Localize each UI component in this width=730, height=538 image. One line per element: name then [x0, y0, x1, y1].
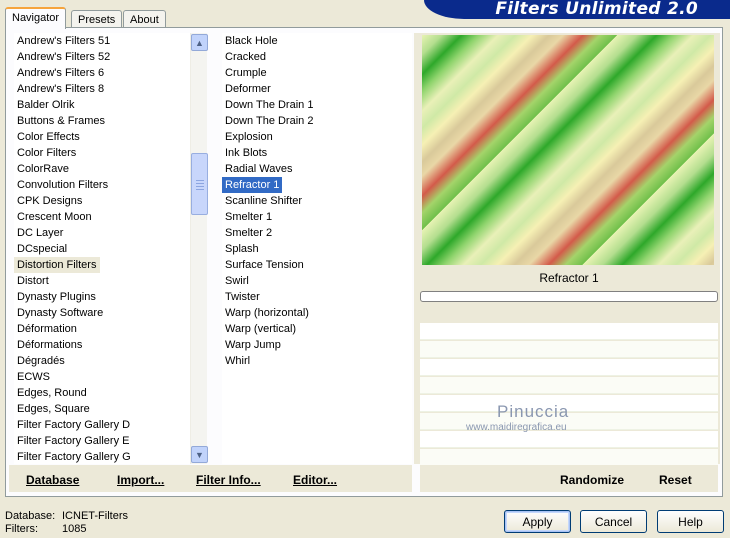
help-button[interactable]: Help [657, 510, 724, 533]
category-item[interactable]: Andrew's Filters 6 [14, 65, 104, 81]
title-banner: Filters Unlimited 2.0 [424, 0, 730, 19]
category-item[interactable]: Filter Factory Gallery D [14, 417, 130, 433]
filter-item[interactable]: Warp (horizontal) [222, 305, 309, 321]
filter-info-button[interactable]: Filter Info... [196, 473, 261, 487]
category-item[interactable]: Dynasty Plugins [14, 289, 96, 305]
category-item[interactable]: Déformation [14, 321, 77, 337]
filter-item[interactable]: Warp (vertical) [222, 321, 296, 337]
category-item[interactable]: Color Filters [14, 145, 76, 161]
reset-button[interactable]: Reset [659, 473, 692, 487]
category-item[interactable]: Edges, Square [14, 401, 90, 417]
param-row[interactable] [420, 431, 718, 448]
footer-database-label: Database: [5, 510, 56, 522]
filter-item[interactable]: Down The Drain 2 [222, 113, 313, 129]
filter-item[interactable]: Scanline Shifter [222, 193, 302, 209]
filter-item[interactable]: Warp Jump [222, 337, 281, 353]
param-row[interactable] [420, 323, 718, 340]
category-item[interactable]: Filter Factory Gallery G [14, 449, 131, 464]
cancel-button[interactable]: Cancel [580, 510, 647, 533]
filter-item[interactable]: Deformer [222, 81, 271, 97]
watermark-url: www.maidiregrafica.eu [466, 422, 567, 433]
category-item[interactable]: CPK Designs [14, 193, 82, 209]
progress-bar [420, 291, 718, 302]
category-item[interactable]: Andrew's Filters 52 [14, 49, 110, 65]
category-item[interactable]: Distort [14, 273, 49, 289]
category-list[interactable]: Andrew's Filters 51 Andrew's Filters 52 An… [14, 33, 190, 464]
randomize-button[interactable]: Randomize [560, 473, 624, 487]
watermark-name: Pinuccia [497, 402, 570, 421]
filter-item[interactable]: Refractor 1 [222, 177, 283, 193]
filter-item[interactable]: Swirl [222, 273, 249, 289]
scrollbar-thumb[interactable] [191, 153, 208, 215]
arrow-up-icon[interactable]: ▲ [191, 34, 208, 51]
filter-item[interactable]: Surface Tension [222, 257, 304, 273]
filter-item[interactable]: Black Hole [222, 33, 278, 49]
category-item[interactable]: Déformations [14, 337, 82, 353]
editor-button[interactable]: Editor... [293, 473, 337, 487]
param-row[interactable] [420, 377, 718, 394]
category-item[interactable]: Dégradés [14, 353, 65, 369]
tab-navigator[interactable]: Navigator [5, 7, 67, 29]
filter-item[interactable]: Radial Waves [222, 161, 292, 177]
category-item[interactable]: Andrew's Filters 51 [14, 33, 110, 49]
apply-button[interactable]: Apply [504, 510, 571, 533]
arrow-down-icon[interactable]: ▼ [191, 446, 208, 463]
filter-item[interactable]: Whirl [222, 353, 250, 369]
filter-item[interactable]: Splash [222, 241, 259, 257]
category-item[interactable]: Dynasty Software [14, 305, 103, 321]
param-row[interactable] [420, 341, 718, 358]
category-item[interactable]: Edges, Round [14, 385, 87, 401]
filter-item[interactable]: Smelter 1 [222, 209, 272, 225]
category-item[interactable]: Balder Olrik [14, 97, 74, 113]
footer-filters-label: Filters: [5, 523, 38, 535]
category-item[interactable]: Crescent Moon [14, 209, 92, 225]
app-title: Filters Unlimited 2.0 [495, 0, 698, 19]
category-item[interactable]: ColorRave [14, 161, 69, 177]
footer-database-value: ICNET-Filters [62, 510, 128, 522]
param-row[interactable] [420, 449, 718, 466]
filter-item[interactable]: Down The Drain 1 [222, 97, 313, 113]
category-item[interactable]: Color Effects [14, 129, 80, 145]
filter-item[interactable]: Cracked [222, 49, 266, 65]
category-item[interactable]: Andrew's Filters 8 [14, 81, 104, 97]
import-button[interactable]: Import... [117, 473, 164, 487]
param-row[interactable] [420, 359, 718, 376]
preview-image [422, 35, 714, 265]
category-item[interactable]: Buttons & Frames [14, 113, 105, 129]
category-item[interactable]: Filter Factory Gallery E [14, 433, 129, 449]
filter-item[interactable]: Explosion [222, 129, 273, 145]
filter-item[interactable]: Crumple [222, 65, 267, 81]
progress-area [420, 304, 718, 322]
filter-list[interactable]: Black Hole Cracked Crumple Deformer Down The… [222, 33, 412, 464]
footer-filters-value: 1085 [62, 523, 87, 535]
category-scrollbar[interactable]: ▲ ▼ [190, 33, 208, 464]
filter-item[interactable]: Twister [222, 289, 260, 305]
category-item[interactable]: Distortion Filters [14, 257, 101, 273]
filter-item[interactable]: Smelter 2 [222, 225, 272, 241]
category-item[interactable]: Convolution Filters [14, 177, 108, 193]
preview-label: Refractor 1 [420, 268, 718, 288]
category-item[interactable]: DC Layer [14, 225, 63, 241]
category-item[interactable]: DCspecial [14, 241, 67, 257]
filter-item[interactable]: Ink Blots [222, 145, 267, 161]
category-item[interactable]: ECWS [14, 369, 50, 385]
database-button[interactable]: Database [26, 473, 79, 487]
